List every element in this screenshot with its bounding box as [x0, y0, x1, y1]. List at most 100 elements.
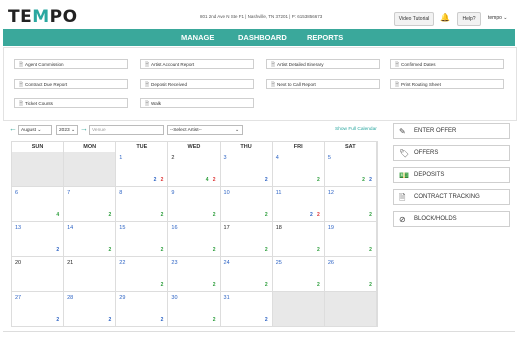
event-count[interactable]: 2 — [362, 177, 365, 183]
event-count[interactable]: 2 — [317, 177, 320, 183]
event-count[interactable]: 2 — [161, 247, 164, 253]
nav-reports[interactable]: REPORTS — [307, 33, 343, 42]
show-full-calendar-link[interactable]: Show Full Calendar — [335, 127, 377, 132]
calendar-day-cell[interactable]: 17 2 — [220, 222, 273, 257]
calendar-day-cell[interactable]: 72 — [64, 187, 117, 222]
event-count[interactable]: 2 — [265, 177, 268, 183]
day-number: 7 — [67, 190, 71, 196]
calendar-day-cell[interactable]: 14 2 — [64, 222, 117, 257]
report-link[interactable]: 🗎 Print Routing Sheet — [390, 79, 504, 89]
calendar-day-cell[interactable]: 21 — [64, 257, 117, 292]
help-button[interactable]: Help? — [457, 12, 481, 26]
calendar-day-cell[interactable]: 42 — [272, 152, 325, 187]
logo[interactable]: TEMPO — [8, 7, 78, 27]
calendar-day-cell[interactable]: 22 2 — [116, 257, 169, 292]
calendar-day-cell[interactable]: 30 2 — [168, 292, 221, 326]
calendar-day-cell[interactable]: 18 2 — [272, 222, 325, 257]
report-link[interactable]: 🗎 Contract Due Report — [14, 79, 128, 89]
event-count[interactable]: 2 — [317, 247, 320, 253]
calendar-day-cell[interactable]: 19 2 — [324, 222, 377, 257]
calendar-day-cell[interactable] — [324, 292, 377, 326]
event-count[interactable]: 2 — [161, 212, 164, 218]
report-link[interactable]: 🗎 Deposit Received — [140, 79, 254, 89]
event-count[interactable]: 2 — [108, 247, 111, 253]
calendar-day-cell[interactable]: 31 2 — [221, 292, 273, 326]
calendar-day-cell[interactable] — [12, 152, 65, 187]
event-count[interactable]: 2 — [161, 177, 164, 183]
calendar-day-cell[interactable]: 15 2 — [116, 222, 169, 257]
event-count[interactable]: 2 — [369, 247, 372, 253]
calendar-day-cell[interactable] — [64, 152, 117, 187]
calendar-day-cell[interactable]: 242 — [220, 257, 273, 292]
event-count[interactable]: 2 — [56, 247, 59, 253]
bell-icon[interactable]: 🔔 — [440, 13, 450, 22]
event-count[interactable]: 2 — [265, 282, 268, 288]
event-count[interactable]: 2 — [369, 282, 372, 288]
event-count[interactable]: 2 — [56, 317, 59, 323]
sidebar-contract-trackingbutton[interactable]: 🗎 CONTRACT TRACKING — [393, 189, 510, 205]
calendar-day-cell[interactable]: 20 — [12, 257, 65, 292]
calendar-day-cell[interactable]: 10 2 — [220, 187, 273, 222]
event-count[interactable]: 2 — [161, 317, 164, 323]
calendar-day-cell[interactable]: 27 2 — [12, 292, 65, 326]
calendar-day-cell[interactable]: 122 — [116, 152, 169, 187]
event-count[interactable]: 2 — [213, 212, 216, 218]
sidebar-depositsbutton[interactable]: 💵 DEPOSITS — [393, 167, 510, 183]
event-count[interactable]: 2 — [265, 212, 268, 218]
calendar-day-cell[interactable]: 64 — [12, 187, 65, 222]
calendar-day-cell[interactable]: 82 — [116, 187, 169, 222]
event-count[interactable]: 2 — [154, 177, 157, 183]
calendar-day-cell[interactable]: 16 2 — [168, 222, 221, 257]
video-tutorial-button[interactable]: Video Tutorial — [394, 12, 434, 26]
sidebar-block-holdsbutton[interactable]: ⊘ BLOCK/HOLDS — [393, 211, 510, 227]
report-link[interactable]: 🗎 Confirmed Dates — [390, 59, 504, 69]
event-count[interactable]: 2 — [317, 212, 320, 218]
calendar-day-cell[interactable]: 5 22 — [324, 152, 377, 187]
event-count[interactable]: 2 — [108, 317, 111, 323]
calendar-day-cell[interactable]: 25 2 — [272, 257, 325, 292]
user-menu[interactable]: tempo ⌄ — [488, 15, 507, 21]
calendar-day-cell[interactable]: 28 2 — [64, 292, 117, 326]
calendar-day-cell[interactable]: 92 — [168, 187, 221, 222]
event-count[interactable]: 2 — [265, 247, 268, 253]
report-link[interactable]: 🗎 Ticket Counts — [14, 98, 128, 108]
calendar-day-cell[interactable]: 242 — [168, 152, 221, 187]
report-link[interactable]: 🗎 Artist Account Report — [140, 59, 254, 69]
event-count[interactable]: 2 — [108, 212, 111, 218]
sidebar-enter-offerbutton[interactable]: ✎ ENTER OFFER — [393, 123, 510, 139]
sidebar-offersbutton[interactable]: 🏷 OFFERS — [393, 145, 510, 161]
nav-manage[interactable]: MANAGE — [181, 33, 214, 42]
report-link[interactable]: 🗎 Artist Detailed Itinerary — [266, 59, 380, 69]
event-count[interactable]: 4 — [56, 212, 59, 218]
calendar-day-cell[interactable]: 13 2 — [12, 222, 65, 257]
event-count[interactable]: 2 — [265, 317, 268, 323]
calendar-day-cell[interactable]: 122 — [324, 187, 377, 222]
event-count[interactable]: 2 — [310, 212, 313, 218]
report-link[interactable]: 🗎 Next to Call Report — [266, 79, 380, 89]
calendar-day-cell[interactable]: 32 — [220, 152, 273, 187]
event-count[interactable]: 2 — [317, 282, 320, 288]
year-select[interactable]: 2023 ⌄ — [56, 125, 78, 135]
event-count[interactable]: 2 — [369, 177, 372, 183]
nav-dashboard[interactable]: DASHBOARD — [238, 33, 287, 42]
calendar-day-cell[interactable]: 26 2 — [324, 257, 377, 292]
calendar-day-cell[interactable]: 29 2 — [116, 292, 169, 326]
month-select[interactable]: August ⌄ — [18, 125, 52, 135]
event-count[interactable]: 2 — [213, 177, 216, 183]
calendar-day-cell[interactable] — [272, 292, 325, 326]
artist-select[interactable]: --Select Artist-- ⌄ — [167, 125, 243, 135]
event-count[interactable]: 2 — [213, 247, 216, 253]
report-link[interactable]: 🗎 Walk — [140, 98, 254, 108]
event-count[interactable]: 4 — [206, 177, 209, 183]
event-count[interactable]: 2 — [161, 282, 164, 288]
prev-month-arrow-icon[interactable]: ← — [9, 124, 17, 133]
next-month-arrow-icon[interactable]: → — [80, 124, 88, 133]
event-count[interactable]: 2 — [213, 317, 216, 323]
report-link[interactable]: 🗎 Agent Commission — [14, 59, 128, 69]
calendar-day-cell[interactable]: 11 2 2 — [272, 187, 325, 222]
event-count[interactable]: 2 — [369, 212, 372, 218]
event-count[interactable]: 2 — [213, 282, 216, 288]
calendar-day-cell[interactable]: 23 2 — [168, 257, 221, 292]
day-number: 20 — [15, 260, 22, 266]
venue-input[interactable]: Venue — [89, 125, 164, 135]
